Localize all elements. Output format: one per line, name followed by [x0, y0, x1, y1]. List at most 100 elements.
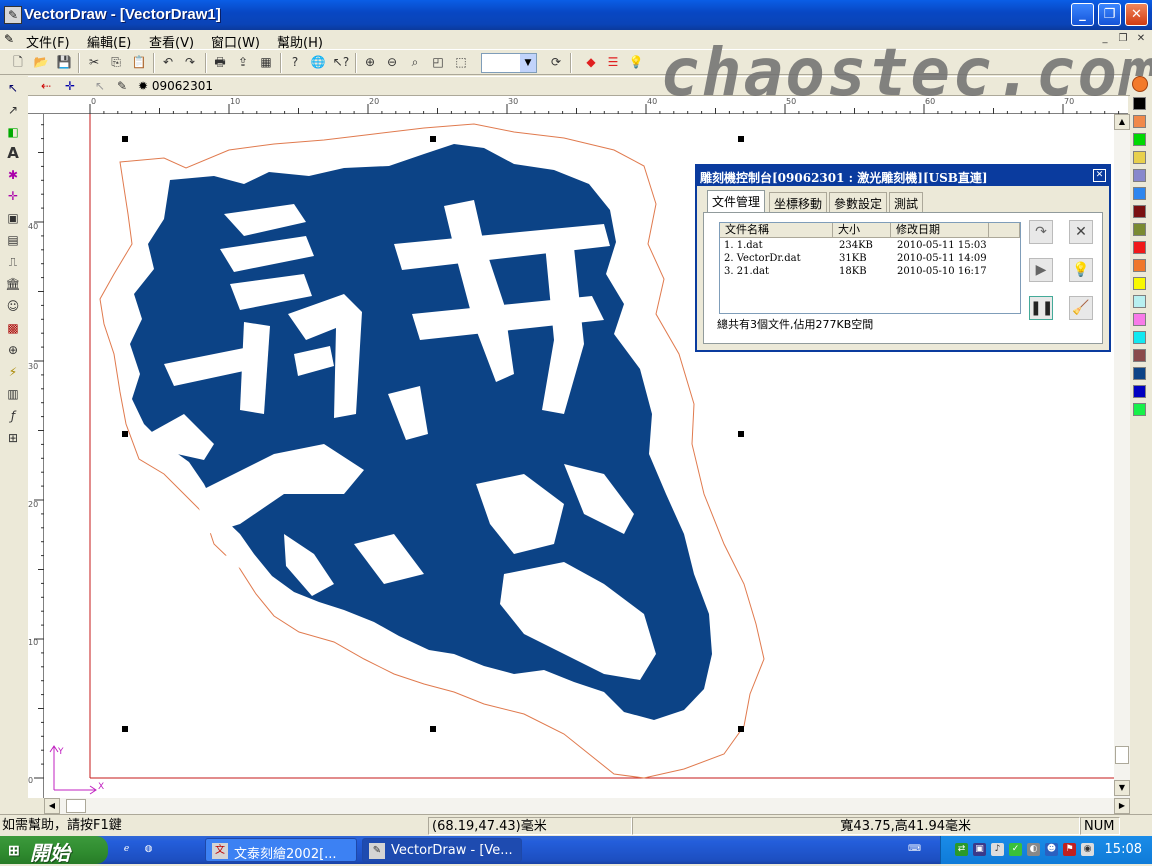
tray-display-icon[interactable]: ▣ — [973, 843, 986, 856]
pause-icon[interactable]: ❚❚ — [1029, 296, 1053, 320]
handle[interactable] — [430, 136, 436, 142]
cut-icon[interactable]: ✂ — [84, 52, 104, 72]
zoom-page-icon[interactable]: ◰ — [428, 52, 448, 72]
chevron-down-icon[interactable]: ▼ — [520, 54, 536, 72]
tray-tool-icon[interactable]: ◐ — [1027, 843, 1040, 856]
tab-test[interactable]: 測試 — [889, 192, 924, 212]
handle[interactable] — [122, 726, 128, 732]
file-list[interactable]: 文件名稱 大小 修改日期 1. 1.dat 234KB 2010-05-11 1… — [719, 222, 1021, 314]
redo-icon[interactable]: ↷ — [180, 52, 200, 72]
color-swatch[interactable] — [1133, 115, 1146, 128]
handle[interactable] — [122, 431, 128, 437]
node-edit-icon[interactable]: ↗ — [2, 100, 24, 120]
quicklaunch-icon[interactable]: ◍ — [142, 843, 155, 856]
delete-icon[interactable]: ✕ — [1069, 220, 1093, 244]
maximize-button[interactable]: ❐ — [1098, 3, 1121, 26]
color-swatch[interactable] — [1133, 313, 1146, 326]
color-swatch[interactable] — [1133, 223, 1146, 236]
shadow-tool-icon[interactable]: ▤ — [2, 230, 24, 250]
select-arrow-icon[interactable]: ↖ — [90, 77, 110, 95]
paste-icon[interactable]: 📋 — [129, 52, 149, 72]
handle[interactable] — [738, 726, 744, 732]
vertical-scrollbar[interactable]: ▲ ▼ — [1114, 114, 1130, 798]
color-swatch[interactable] — [1133, 205, 1146, 218]
tray-security-icon[interactable]: ✓ — [1009, 843, 1022, 856]
start-button[interactable]: ⊞ 開始 — [0, 836, 108, 865]
color-swatch[interactable] — [1133, 151, 1146, 164]
contour-tool-icon[interactable]: ▣ — [2, 208, 24, 228]
refresh-view-icon[interactable]: ⟳ — [546, 52, 566, 72]
handle[interactable] — [430, 726, 436, 732]
scroll-thumb[interactable] — [66, 799, 86, 813]
color-swatch[interactable] — [1133, 133, 1146, 146]
ruler-tool-icon[interactable]: ⎍ — [2, 252, 24, 272]
zoom-window-icon[interactable]: ⌕ — [405, 52, 425, 72]
horizontal-scrollbar[interactable]: ◀ ▶ — [44, 798, 1130, 814]
outline-tool-icon[interactable]: ✛ — [2, 186, 24, 206]
keyboard-icon[interactable]: ⌨ — [908, 843, 921, 856]
tab-file-management[interactable]: 文件管理 — [707, 190, 766, 212]
title-bar[interactable]: ✎ VectorDraw - [VectorDraw1] _ ❐ ✕ — [0, 0, 1152, 30]
task-vectordraw[interactable]: ✎ VectorDraw - [Ve... — [362, 838, 522, 862]
new-file-icon[interactable]: 🗋 — [8, 52, 28, 72]
move-icon[interactable]: ✛ — [60, 77, 80, 95]
scroll-left-icon[interactable]: ◀ — [44, 798, 60, 814]
color-swatch[interactable] — [1133, 331, 1146, 344]
zoom-selection-icon[interactable]: ⬚ — [451, 52, 471, 72]
smiley-icon[interactable]: ☺ — [2, 296, 24, 316]
zoom-combo[interactable]: ▼ — [481, 53, 537, 73]
scroll-down-icon[interactable]: ▼ — [1114, 780, 1130, 796]
text-tool-icon[interactable]: A — [2, 143, 24, 163]
table-row[interactable]: 2. VectorDr.dat 31KB 2010-05-11 14:09 — [720, 253, 1020, 266]
panel-title[interactable]: 雕刻機控制台[09062301 : 激光雕刻機][USB直連] — [697, 166, 1109, 186]
lightbulb-icon[interactable]: 💡 — [626, 52, 646, 72]
open-folder-icon[interactable]: 📂 — [31, 52, 51, 72]
current-color-swatch[interactable] — [1132, 76, 1148, 92]
formula-icon[interactable]: ƒ — [2, 406, 24, 426]
web-icon[interactable]: 🌐 — [308, 52, 328, 72]
color-swatch[interactable] — [1133, 367, 1146, 380]
column-header-name[interactable]: 文件名稱 — [720, 223, 833, 238]
color-swatch[interactable] — [1133, 403, 1146, 416]
color-swatch[interactable] — [1133, 259, 1146, 272]
scroll-right-icon[interactable]: ▶ — [1114, 798, 1130, 814]
device-selector[interactable]: ✹ 09062301 — [138, 79, 213, 93]
copy-icon[interactable]: ⎘ — [106, 52, 126, 72]
help-icon[interactable]: ? — [285, 52, 305, 72]
undo-icon[interactable]: ↶ — [158, 52, 178, 72]
scan-icon[interactable]: ▦ — [256, 52, 276, 72]
ie-icon[interactable]: ℯ — [120, 843, 133, 856]
building-icon[interactable]: 🏛 — [2, 274, 24, 294]
tab-parameter-settings[interactable]: 參數設定 — [829, 192, 888, 212]
crosshair-icon[interactable]: ⊕ — [2, 340, 24, 360]
app-icon[interactable]: ✎ — [4, 6, 22, 24]
save-icon[interactable]: 💾 — [54, 52, 74, 72]
color-swatch[interactable] — [1133, 295, 1146, 308]
color-swatch[interactable] — [1133, 169, 1146, 182]
column-header-date[interactable]: 修改日期 — [891, 223, 989, 238]
tray-network-icon[interactable]: ⇄ — [955, 843, 968, 856]
knife-icon[interactable]: ⚡ — [2, 362, 24, 382]
color-image-icon[interactable]: ▩ — [2, 318, 24, 338]
scroll-thumb[interactable] — [1115, 746, 1129, 764]
handle[interactable] — [738, 431, 744, 437]
lightbulb-icon[interactable]: 💡 — [1069, 258, 1093, 282]
tray-antivirus-icon[interactable]: ⚑ — [1063, 843, 1076, 856]
table-row[interactable]: 1. 1.dat 234KB 2010-05-11 15:03 — [720, 240, 1020, 253]
app-small-icon[interactable]: ✎ — [112, 77, 132, 95]
minimize-button[interactable]: _ — [1071, 3, 1094, 26]
shape-tool-icon[interactable]: ◧ — [2, 122, 24, 142]
handle[interactable] — [738, 136, 744, 142]
tray-messenger-icon[interactable]: ☻ — [1045, 843, 1058, 856]
zoom-out-icon[interactable]: ⊖ — [382, 52, 402, 72]
task-wentai[interactable]: 文 文泰刻繪2002[... — [205, 838, 357, 862]
import-icon[interactable]: ⇪ — [233, 52, 253, 72]
color-swatch[interactable] — [1133, 97, 1146, 110]
color-swatch[interactable] — [1133, 277, 1146, 290]
column-header-size[interactable]: 大小 — [833, 223, 891, 238]
tray-camera-icon[interactable]: ◉ — [1081, 843, 1094, 856]
barcode-icon[interactable]: ▥ — [2, 384, 24, 404]
arrow-left-icon[interactable]: ⇠ — [36, 77, 56, 95]
context-help-icon[interactable]: ↖? — [331, 52, 351, 72]
upload-icon[interactable]: ↷ — [1029, 220, 1053, 244]
